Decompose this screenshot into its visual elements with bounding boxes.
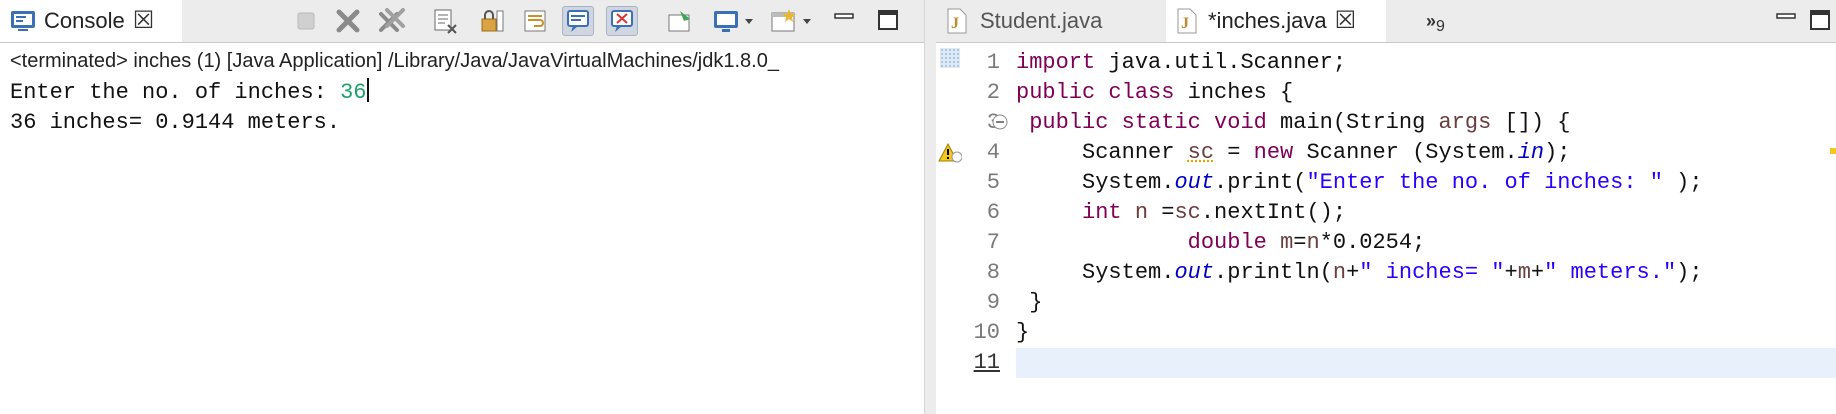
- svg-text:J: J: [1181, 15, 1189, 32]
- code-line: 6 int n =sc.nextInt();: [936, 198, 1836, 228]
- java-file-icon: J: [946, 7, 968, 35]
- line-number: 5: [986, 170, 1000, 195]
- word-wrap-icon[interactable]: [520, 6, 552, 36]
- code-line: 8 System.out.println(n+" inches= "+m+" m…: [936, 258, 1836, 288]
- close-icon[interactable]: ☒: [1335, 9, 1357, 33]
- code-text: double m=n*0.0254;: [1187, 230, 1426, 255]
- code-editor[interactable]: 1 import java.util.Scanner; 2 public cla…: [936, 44, 1836, 414]
- maximize-icon[interactable]: [1808, 8, 1832, 32]
- line-number: 9: [986, 290, 1000, 315]
- console-line-prompt: Enter the no. of inches: 36: [10, 78, 370, 108]
- console-line-result: 36 inches= 0.9144 meters.: [10, 110, 341, 135]
- tab-inches-java-label: *inches.java: [1208, 8, 1327, 33]
- remove-launch-icon[interactable]: [332, 6, 364, 36]
- line-number: 8: [986, 260, 1000, 285]
- code-line: 4 Scanner sc = new Scanner (System.in);: [936, 138, 1836, 168]
- pin-console-icon[interactable]: [664, 6, 696, 36]
- console-process-header: <terminated> inches (1) [Java Applicatio…: [10, 50, 779, 72]
- terminate-icon[interactable]: [290, 6, 322, 36]
- code-line-current: 11: [936, 348, 1836, 378]
- tab-student-java[interactable]: J Student.java: [936, 0, 1166, 42]
- minimize-icon[interactable]: [1774, 8, 1798, 32]
- open-console-icon[interactable]: [768, 6, 814, 36]
- tab-console-label: Console: [44, 8, 125, 33]
- maximize-icon[interactable]: [876, 8, 900, 32]
- current-line-highlight: [1016, 348, 1836, 378]
- code-line: 10 }: [936, 318, 1836, 348]
- editor-tabbar: J Student.java J *inches.java ☒ » 9: [936, 0, 1836, 43]
- line-number: 7: [986, 230, 1000, 255]
- line-number: 6: [986, 200, 1000, 225]
- chevron-double-right-icon: »: [1426, 10, 1437, 31]
- code-text: import java.util.Scanner;: [1016, 50, 1347, 75]
- console-prompt-text: Enter the no. of inches:: [10, 80, 341, 105]
- remove-all-launches-icon[interactable]: [376, 6, 408, 36]
- code-text: public static void main(String args []) …: [1029, 110, 1571, 135]
- console-user-input: 36: [340, 80, 367, 105]
- code-text: public class inches {: [1016, 80, 1294, 105]
- svg-text:J: J: [951, 15, 959, 32]
- java-file-icon: J: [1176, 7, 1198, 35]
- code-text: }: [1016, 290, 1043, 315]
- code-line: 1 import java.util.Scanner;: [936, 48, 1836, 78]
- fold-collapse-icon[interactable]: [992, 114, 1008, 130]
- clear-console-icon[interactable]: [430, 6, 462, 36]
- code-line: 2 public class inches {: [936, 78, 1836, 108]
- warning-icon[interactable]: [938, 142, 963, 163]
- editor-view: J Student.java J *inches.java ☒ » 9 1 imp…: [936, 0, 1836, 414]
- console-toolbar: Console ☒: [0, 0, 924, 43]
- minimize-icon[interactable]: [832, 8, 856, 32]
- line-number: 4: [986, 140, 1000, 165]
- console-output[interactable]: Enter the no. of inches: 36 36 inches= 0…: [10, 78, 370, 138]
- code-line: 3 public static void main(String args []…: [936, 108, 1836, 138]
- console-icon: [10, 10, 36, 32]
- console-view: Console ☒ <terminated> inches (1) [Java …: [0, 0, 924, 414]
- tab-inches-java[interactable]: J *inches.java ☒: [1166, 0, 1386, 42]
- code-line: 5 System.out.print("Enter the no. of inc…: [936, 168, 1836, 198]
- show-on-stdout-icon[interactable]: [562, 6, 594, 36]
- close-icon[interactable]: ☒: [133, 9, 155, 33]
- tab-overflow-count: 9: [1436, 18, 1445, 35]
- line-number: 10: [973, 320, 1000, 345]
- code-text: }: [1016, 320, 1030, 345]
- line-number: 11: [973, 350, 1000, 375]
- tab-console[interactable]: Console ☒: [0, 0, 182, 42]
- line-number: 2: [986, 80, 1000, 105]
- scroll-lock-icon[interactable]: [476, 6, 508, 36]
- code-line: 7 double m=n*0.0254;: [936, 228, 1836, 258]
- show-on-stderr-icon[interactable]: [606, 6, 638, 36]
- tab-student-java-label: Student.java: [980, 8, 1103, 33]
- text-caret: [367, 78, 370, 102]
- code-text: int n =sc.nextInt();: [1082, 200, 1347, 225]
- code-line: 9 }: [936, 288, 1836, 318]
- tab-overflow[interactable]: » 9: [1416, 0, 1476, 42]
- line-number: 1: [986, 50, 1000, 75]
- display-console-icon[interactable]: [710, 6, 756, 36]
- code-text: Scanner sc = new Scanner (System.in);: [1016, 140, 1571, 165]
- code-text: System.out.print("Enter the no. of inche…: [1016, 170, 1703, 195]
- code-text: System.out.println(n+" inches= "+m+" met…: [1016, 260, 1703, 285]
- overview-warning-marker[interactable]: [1830, 148, 1836, 154]
